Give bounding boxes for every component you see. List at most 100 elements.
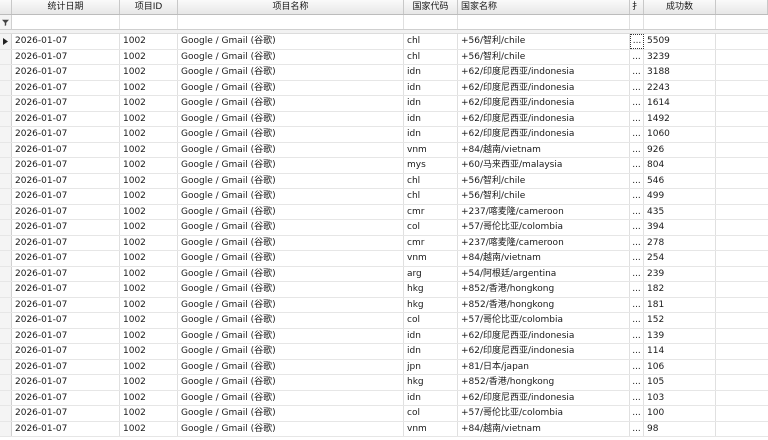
cell-project-name[interactable]: Google / Gmail (谷歌) bbox=[178, 142, 404, 157]
cell-country-name[interactable]: +54/阿根廷/argentina bbox=[458, 266, 630, 281]
filter-funnel-icon[interactable] bbox=[0, 15, 12, 29]
cell-project-name[interactable]: Google / Gmail (谷歌) bbox=[178, 375, 404, 390]
cell-country-name[interactable]: +237/喀麦隆/cameroon bbox=[458, 235, 630, 250]
cell-project-id[interactable]: 1002 bbox=[120, 80, 178, 95]
cell-success-count[interactable]: 926 bbox=[644, 142, 716, 157]
cell-country-name[interactable]: +81/日本/japan bbox=[458, 359, 630, 374]
table-row[interactable]: 2026-01-07 1002 Google / Gmail (谷歌) vnm +84/… bbox=[0, 251, 768, 267]
table-row[interactable]: 2026-01-07 1002 Google / Gmail (谷歌) chl +56/… bbox=[0, 34, 768, 50]
cell-country-name[interactable]: +62/印度尼西亚/indonesia bbox=[458, 328, 630, 343]
cell-country-name[interactable]: +57/哥伦比亚/colombia bbox=[458, 406, 630, 421]
row-indicator[interactable] bbox=[0, 142, 12, 157]
cell-country-name[interactable]: +852/香港/hongkong bbox=[458, 297, 630, 312]
cell-success-count[interactable]: 394 bbox=[644, 220, 716, 235]
cell-project-id[interactable]: 1002 bbox=[120, 421, 178, 436]
row-indicator[interactable] bbox=[0, 127, 12, 142]
cell-project-name[interactable]: Google / Gmail (谷歌) bbox=[178, 266, 404, 281]
cell-project-name[interactable]: Google / Gmail (谷歌) bbox=[178, 390, 404, 405]
cell-country-name[interactable]: +57/哥伦比亚/colombia bbox=[458, 313, 630, 328]
row-indicator[interactable] bbox=[0, 80, 12, 95]
column-header-project-name[interactable]: 项目名称 bbox=[178, 0, 404, 14]
cell-project-id[interactable]: 1002 bbox=[120, 297, 178, 312]
filter-cell-date[interactable] bbox=[12, 15, 120, 29]
cell-country-code[interactable]: idn bbox=[404, 328, 458, 343]
cell-success-count[interactable]: 98 bbox=[644, 421, 716, 436]
cell-country-code[interactable]: hkg bbox=[404, 282, 458, 297]
row-indicator[interactable] bbox=[0, 344, 12, 359]
cell-narrow-ellipsis[interactable]: ... bbox=[630, 390, 644, 405]
cell-country-code[interactable]: idn bbox=[404, 127, 458, 142]
table-row[interactable]: 2026-01-07 1002 Google / Gmail (谷歌) hkg +852… bbox=[0, 297, 768, 313]
cell-project-name[interactable]: Google / Gmail (谷歌) bbox=[178, 251, 404, 266]
row-indicator[interactable] bbox=[0, 235, 12, 250]
cell-project-id[interactable]: 1002 bbox=[120, 127, 178, 142]
cell-success-count[interactable]: 103 bbox=[644, 390, 716, 405]
cell-country-name[interactable]: +62/印度尼西亚/indonesia bbox=[458, 390, 630, 405]
table-row[interactable]: 2026-01-07 1002 Google / Gmail (谷歌) chl +56/… bbox=[0, 189, 768, 205]
cell-success-count[interactable]: 1492 bbox=[644, 111, 716, 126]
row-indicator[interactable] bbox=[0, 173, 12, 188]
cell-success-count[interactable]: 105 bbox=[644, 375, 716, 390]
table-row[interactable]: 2026-01-07 1002 Google / Gmail (谷歌) idn +62/… bbox=[0, 390, 768, 406]
cell-project-name[interactable]: Google / Gmail (谷歌) bbox=[178, 235, 404, 250]
cell-project-id[interactable]: 1002 bbox=[120, 111, 178, 126]
cell-project-id[interactable]: 1002 bbox=[120, 173, 178, 188]
cell-narrow-ellipsis[interactable]: ... bbox=[630, 359, 644, 374]
cell-date[interactable]: 2026-01-07 bbox=[12, 96, 120, 111]
cell-project-name[interactable]: Google / Gmail (谷歌) bbox=[178, 328, 404, 343]
cell-project-name[interactable]: Google / Gmail (谷歌) bbox=[178, 297, 404, 312]
cell-date[interactable]: 2026-01-07 bbox=[12, 158, 120, 173]
cell-success-count[interactable]: 435 bbox=[644, 204, 716, 219]
cell-project-id[interactable]: 1002 bbox=[120, 34, 178, 49]
cell-project-name[interactable]: Google / Gmail (谷歌) bbox=[178, 359, 404, 374]
cell-project-name[interactable]: Google / Gmail (谷歌) bbox=[178, 204, 404, 219]
filter-cell-country-name[interactable] bbox=[458, 15, 630, 29]
cell-country-code[interactable]: jpn bbox=[404, 359, 458, 374]
cell-success-count[interactable]: 3239 bbox=[644, 49, 716, 64]
cell-country-code[interactable]: idn bbox=[404, 96, 458, 111]
cell-country-code[interactable]: chl bbox=[404, 189, 458, 204]
cell-project-name[interactable]: Google / Gmail (谷歌) bbox=[178, 34, 404, 49]
cell-success-count[interactable]: 239 bbox=[644, 266, 716, 281]
row-indicator[interactable] bbox=[0, 111, 12, 126]
cell-success-count[interactable]: 804 bbox=[644, 158, 716, 173]
cell-project-id[interactable]: 1002 bbox=[120, 158, 178, 173]
cell-narrow-ellipsis[interactable]: ... bbox=[630, 297, 644, 312]
cell-country-name[interactable]: +62/印度尼西亚/indonesia bbox=[458, 96, 630, 111]
cell-project-name[interactable]: Google / Gmail (谷歌) bbox=[178, 49, 404, 64]
cell-date[interactable]: 2026-01-07 bbox=[12, 111, 120, 126]
cell-date[interactable]: 2026-01-07 bbox=[12, 189, 120, 204]
table-row[interactable]: 2026-01-07 1002 Google / Gmail (谷歌) cmr +237… bbox=[0, 204, 768, 220]
cell-country-name[interactable]: +84/越南/vietnam bbox=[458, 142, 630, 157]
table-row[interactable]: 2026-01-07 1002 Google / Gmail (谷歌) idn +62/… bbox=[0, 96, 768, 112]
cell-date[interactable]: 2026-01-07 bbox=[12, 142, 120, 157]
cell-project-name[interactable]: Google / Gmail (谷歌) bbox=[178, 421, 404, 436]
cell-project-name[interactable]: Google / Gmail (谷歌) bbox=[178, 344, 404, 359]
cell-country-code[interactable]: vnm bbox=[404, 421, 458, 436]
cell-country-code[interactable]: idn bbox=[404, 390, 458, 405]
filter-cell-narrow[interactable] bbox=[630, 15, 644, 29]
cell-success-count[interactable]: 181 bbox=[644, 297, 716, 312]
cell-date[interactable]: 2026-01-07 bbox=[12, 65, 120, 80]
cell-narrow-ellipsis[interactable]: ... bbox=[630, 328, 644, 343]
column-header-success-count[interactable]: 成功数 bbox=[644, 0, 716, 14]
cell-project-name[interactable]: Google / Gmail (谷歌) bbox=[178, 80, 404, 95]
cell-project-id[interactable]: 1002 bbox=[120, 220, 178, 235]
cell-narrow-ellipsis[interactable]: ... bbox=[630, 235, 644, 250]
filter-cell-project-name[interactable] bbox=[178, 15, 404, 29]
cell-country-code[interactable]: arg bbox=[404, 266, 458, 281]
cell-project-id[interactable]: 1002 bbox=[120, 266, 178, 281]
row-indicator[interactable] bbox=[0, 406, 12, 421]
cell-country-name[interactable]: +56/智利/chile bbox=[458, 189, 630, 204]
cell-narrow-ellipsis[interactable]: ... bbox=[630, 142, 644, 157]
cell-project-id[interactable]: 1002 bbox=[120, 251, 178, 266]
cell-date[interactable]: 2026-01-07 bbox=[12, 49, 120, 64]
row-indicator[interactable] bbox=[0, 390, 12, 405]
row-indicator[interactable] bbox=[0, 375, 12, 390]
cell-narrow-ellipsis[interactable]: ... bbox=[630, 251, 644, 266]
cell-project-name[interactable]: Google / Gmail (谷歌) bbox=[178, 173, 404, 188]
cell-country-code[interactable]: chl bbox=[404, 34, 458, 49]
table-row[interactable]: 2026-01-07 1002 Google / Gmail (谷歌) vnm +84/… bbox=[0, 421, 768, 437]
cell-success-count[interactable]: 3188 bbox=[644, 65, 716, 80]
cell-narrow-ellipsis[interactable]: ... bbox=[630, 421, 644, 436]
